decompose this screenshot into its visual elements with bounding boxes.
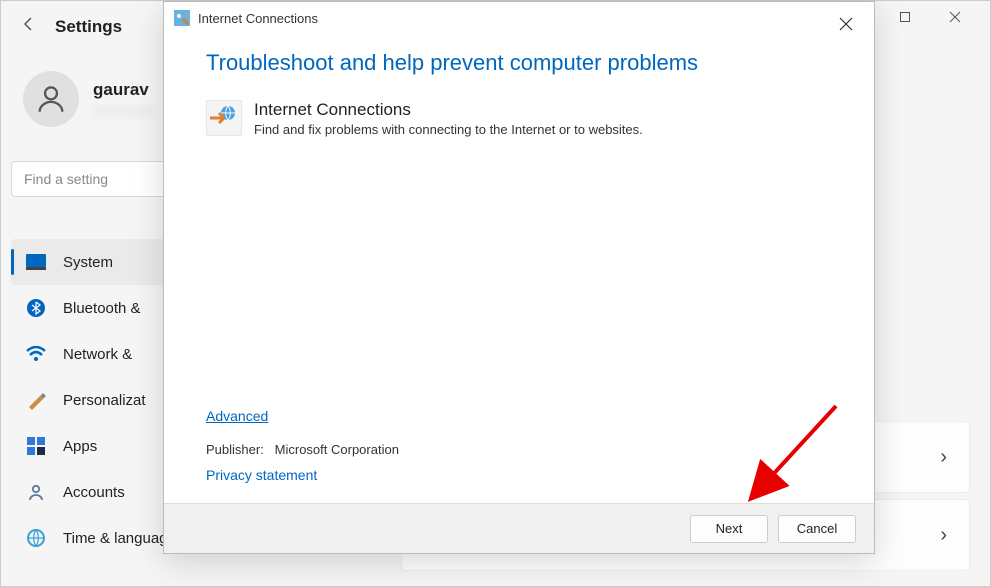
time-language-icon [25, 527, 47, 549]
close-icon [949, 11, 961, 23]
chevron-right-icon: › [940, 524, 947, 547]
troubleshoot-item-title: Internet Connections [254, 100, 643, 120]
search-placeholder: Find a setting [24, 171, 108, 187]
dialog-footer: Next Cancel [164, 503, 874, 553]
profile-name: gaurav [93, 80, 153, 100]
publisher-label: Publisher: [206, 442, 264, 457]
page-title: Settings [55, 17, 122, 37]
settings-header: Settings [21, 16, 122, 37]
publisher-value: Microsoft Corporation [275, 442, 399, 457]
next-button[interactable]: Next [690, 515, 768, 543]
bluetooth-icon [25, 297, 47, 319]
chevron-right-icon: › [940, 446, 947, 469]
wifi-icon [25, 343, 47, 365]
internet-connections-icon [206, 100, 242, 136]
maximize-icon [899, 11, 911, 23]
cancel-button[interactable]: Cancel [778, 515, 856, 543]
troubleshoot-item[interactable]: Internet Connections Find and fix proble… [206, 100, 832, 137]
troubleshoot-item-desc: Find and fix problems with connecting to… [254, 122, 643, 137]
sidebar-item-label: Personalizat [63, 392, 146, 409]
dialog-heading: Troubleshoot and help prevent computer p… [206, 50, 832, 76]
sidebar-item-label: Time & language [63, 530, 176, 547]
person-icon [34, 82, 68, 116]
sidebar-item-label: Network & [63, 346, 132, 363]
accounts-icon [25, 481, 47, 503]
paintbrush-icon [25, 389, 47, 411]
advanced-link[interactable]: Advanced [206, 408, 268, 424]
sidebar-item-label: System [63, 254, 113, 271]
sidebar-item-label: Apps [63, 438, 97, 455]
back-arrow-icon [21, 16, 37, 32]
apps-icon [25, 435, 47, 457]
privacy-statement-link[interactable]: Privacy statement [206, 467, 317, 483]
avatar [23, 71, 79, 127]
sidebar-item-label: Accounts [63, 484, 125, 501]
close-window-button[interactable] [940, 2, 970, 32]
back-button[interactable] [21, 16, 37, 37]
publisher-row: Publisher: Microsoft Corporation [206, 442, 399, 457]
profile-email-blurred [93, 105, 153, 118]
system-icon [25, 251, 47, 273]
maximize-button[interactable] [890, 2, 920, 32]
sidebar-item-label: Bluetooth & [63, 300, 141, 317]
troubleshooter-dialog: Internet Connections Troubleshoot and he… [163, 1, 875, 554]
